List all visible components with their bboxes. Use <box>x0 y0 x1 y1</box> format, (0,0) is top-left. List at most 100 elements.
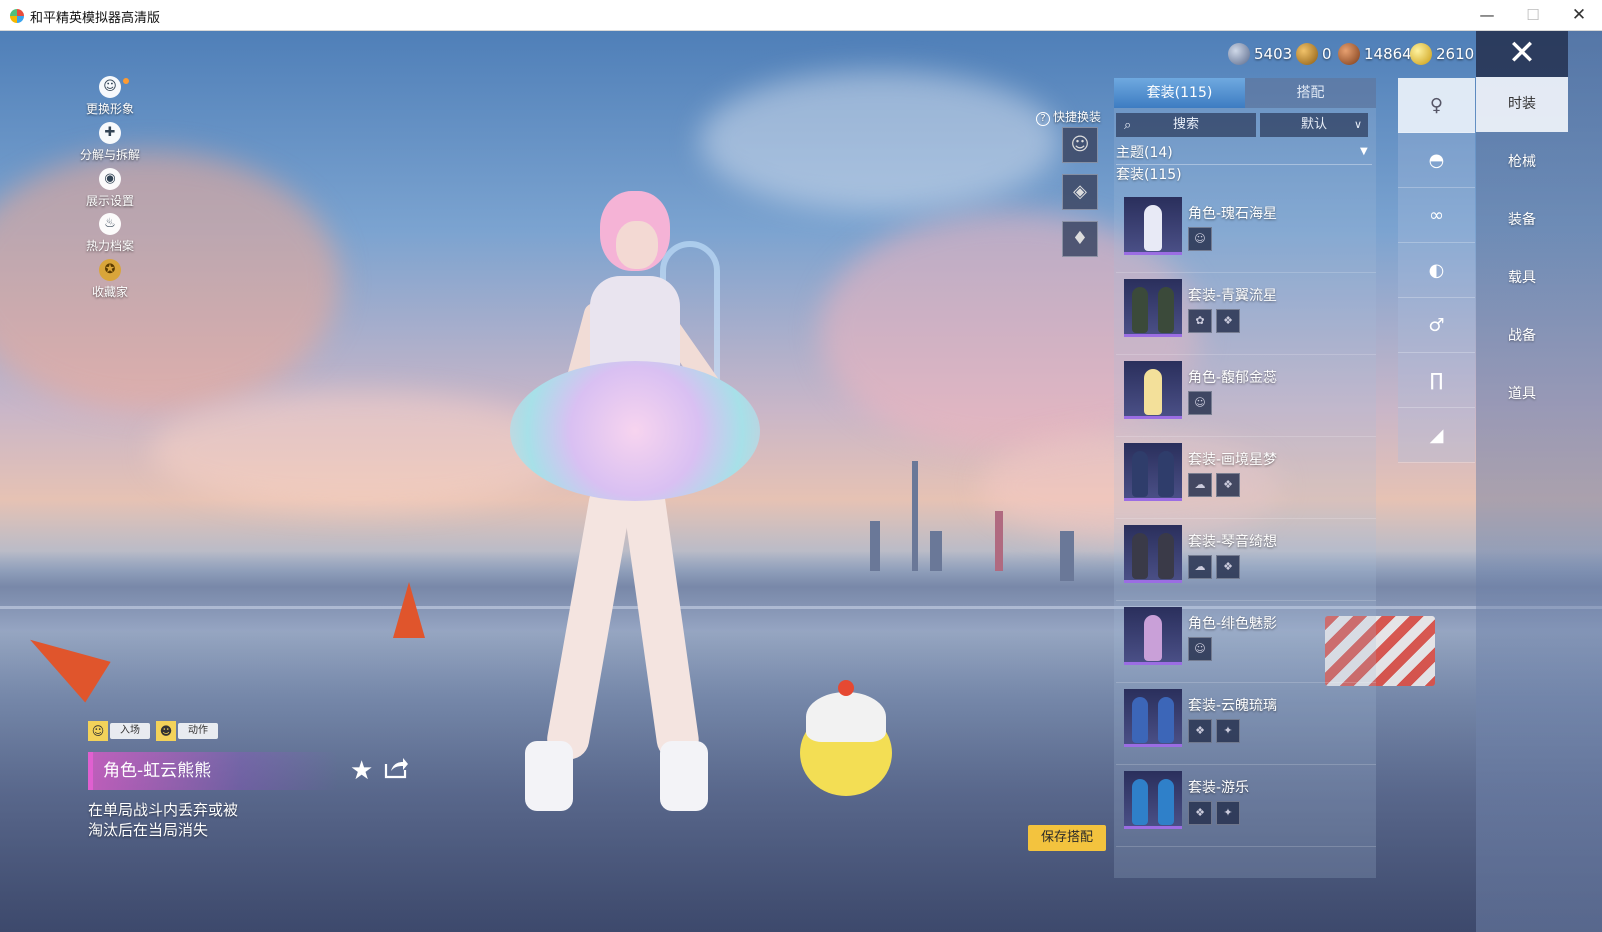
display-settings-button[interactable]: ◉ 展示设置 <box>75 168 145 209</box>
outfit-list-item[interactable]: 角色-馥郁金蕊 ☺ <box>1116 357 1376 437</box>
main-tab[interactable]: 道具 <box>1476 367 1568 422</box>
outfit-list-item[interactable]: 角色-绯色魅影 ☺ <box>1116 603 1376 683</box>
chick-pet[interactable] <box>800 680 892 800</box>
outfit-part-icon[interactable]: ☺ <box>1188 637 1212 661</box>
outfit-figure <box>1132 287 1148 333</box>
main-tab[interactable]: 装备 <box>1476 193 1568 248</box>
character-model[interactable] <box>470 151 810 811</box>
chevron-down-icon: ∨ <box>1353 118 1362 131</box>
outfit-part-icon[interactable]: ☺ <box>1188 391 1212 415</box>
outfit-list-item[interactable]: 套装-游乐 ❖ ✦ <box>1116 767 1376 847</box>
collector-button[interactable]: ✪ 收藏家 <box>75 259 145 300</box>
outfit-figure <box>1132 451 1148 497</box>
outfit-part-icon[interactable]: ✦ <box>1216 719 1240 743</box>
outfit-thumbnail <box>1124 197 1182 255</box>
traffic-cone <box>393 582 425 638</box>
currency-bronze: 0 <box>1296 40 1336 68</box>
minimize-button[interactable]: — <box>1464 0 1510 31</box>
outfit-name: 角色-馥郁金蕊 <box>1188 370 1278 386</box>
main-tab[interactable]: 时装 <box>1476 77 1568 132</box>
outfit-part-icon[interactable]: ✦ <box>1216 801 1240 825</box>
menu-label: 热力档案 <box>85 239 134 253</box>
outfit-figure <box>1158 779 1174 825</box>
sort-dropdown[interactable]: 默认 ∨ <box>1260 113 1368 137</box>
character-skirt <box>510 361 760 501</box>
person-icon: ☺ <box>99 76 121 98</box>
outfit-part-icon[interactable]: ❖ <box>1216 309 1240 333</box>
outfit-name: 套装-云魄琉璃 <box>1188 698 1278 714</box>
close-window-button[interactable]: ✕ <box>1556 0 1602 31</box>
chick-comb <box>838 680 854 696</box>
copper-coin-icon <box>1338 43 1360 65</box>
glasses-category-icon[interactable]: ∞ <box>1398 188 1475 243</box>
change-appearance-button[interactable]: ☺ 更换形象 <box>75 76 145 117</box>
selected-item-name: 角色-虹云熊熊 <box>88 752 338 790</box>
currency-globe: 5403 <box>1228 40 1298 68</box>
search-input[interactable]: ⌕ 搜索 <box>1116 113 1256 137</box>
skyscraper <box>930 531 942 571</box>
dropdown-arrow-icon[interactable]: ▼ <box>1360 146 1368 157</box>
maximize-button[interactable]: ☐ <box>1510 0 1556 31</box>
shoes-category-icon[interactable]: ◢ <box>1398 408 1475 463</box>
sort-value: 默认 <box>1300 117 1327 132</box>
cap-category-icon[interactable]: ◓ <box>1398 133 1475 188</box>
outfit-thumbnail <box>1124 689 1182 747</box>
main-tab[interactable]: 枪械 <box>1476 135 1568 190</box>
menu-label: 收藏家 <box>91 285 128 299</box>
cloud <box>0 151 340 411</box>
heat-archive-button[interactable]: ♨ 热力档案 <box>75 213 145 254</box>
outfit-part-icon[interactable]: ✿ <box>1188 309 1212 333</box>
help-icon: ? <box>1036 112 1050 126</box>
top-category-icon[interactable]: ♂ <box>1398 298 1475 353</box>
outfit-figure <box>1132 779 1148 825</box>
favorite-star-icon[interactable]: ★ <box>350 756 373 786</box>
quick-slot-outfit[interactable]: ☺ <box>1062 127 1098 163</box>
share-icon[interactable] <box>383 756 409 780</box>
outfit-list-item[interactable]: 套装-琴音绮想 ☁ ❖ <box>1116 521 1376 601</box>
currency-value: 2610 <box>1436 45 1475 63</box>
tab-label: 入场 <box>110 723 150 739</box>
globe-coin-icon <box>1228 43 1250 65</box>
theme-header[interactable]: 主题(14) <box>1116 142 1173 162</box>
outfit-part-icon[interactable]: ❖ <box>1216 555 1240 579</box>
close-icon[interactable]: ✕ <box>1476 31 1568 77</box>
quick-switch-text: 快捷换装 <box>1053 110 1102 124</box>
quick-slot-badge[interactable]: ◈ <box>1062 174 1098 210</box>
tab-suits[interactable]: 套装(115) <box>1114 78 1245 108</box>
quick-slot-diamond[interactable]: ♦ <box>1062 221 1098 257</box>
search-icon: ⌕ <box>1124 118 1132 133</box>
outfit-part-icon[interactable]: ☺ <box>1188 227 1212 251</box>
outfit-list-item[interactable]: 套装-画境星梦 ☁ ❖ <box>1116 439 1376 519</box>
item-description: 在单局战斗内丢弃或被 淘汰后在当局消失 <box>88 801 239 839</box>
gold-coin-icon <box>1410 43 1432 65</box>
outfit-list-item[interactable]: 角色-瑰石海星 ☺ <box>1116 193 1376 273</box>
outfit-name: 角色-瑰石海星 <box>1188 206 1278 222</box>
outfit-list-item[interactable]: 套装-云魄琉璃 ❖ ✦ <box>1116 685 1376 765</box>
entrance-tab[interactable]: ☺ 入场 <box>88 721 152 741</box>
bronze-coin-icon <box>1296 43 1318 65</box>
quick-switch-label[interactable]: ? 快捷换装 <box>1036 108 1101 126</box>
outfit-thumbnail <box>1124 361 1182 419</box>
outfit-part-icon[interactable]: ❖ <box>1216 473 1240 497</box>
outfit-part-icon[interactable]: ❖ <box>1188 719 1212 743</box>
action-tab[interactable]: ☻ 动作 <box>156 721 220 741</box>
collector-badge-icon: ✪ <box>99 259 121 281</box>
tab-combos[interactable]: 搭配 <box>1245 78 1376 108</box>
search-placeholder: 搜索 <box>1172 117 1199 132</box>
outfit-category-icon[interactable]: ♀ <box>1398 78 1475 133</box>
main-tab[interactable]: 战备 <box>1476 309 1568 364</box>
outfit-figure <box>1158 451 1174 497</box>
pants-category-icon[interactable]: ∏ <box>1398 353 1475 408</box>
outfit-part-icon[interactable]: ☁ <box>1188 473 1212 497</box>
outfit-part-icon[interactable]: ❖ <box>1188 801 1212 825</box>
decompose-button[interactable]: ✚ 分解与拆解 <box>75 122 145 163</box>
window-title: 和平精英模拟器高清版 <box>30 11 161 26</box>
outfit-list-item[interactable]: 套装-青翼流星 ✿ ❖ <box>1116 275 1376 355</box>
outfit-part-icon[interactable]: ☁ <box>1188 555 1212 579</box>
main-tab[interactable]: 载具 <box>1476 251 1568 306</box>
mask-category-icon[interactable]: ◐ <box>1398 243 1475 298</box>
save-outfit-button[interactable]: 保存搭配 <box>1028 825 1106 851</box>
character-leg <box>544 479 634 763</box>
outfit-figure <box>1158 697 1174 743</box>
notification-dot <box>123 78 129 84</box>
